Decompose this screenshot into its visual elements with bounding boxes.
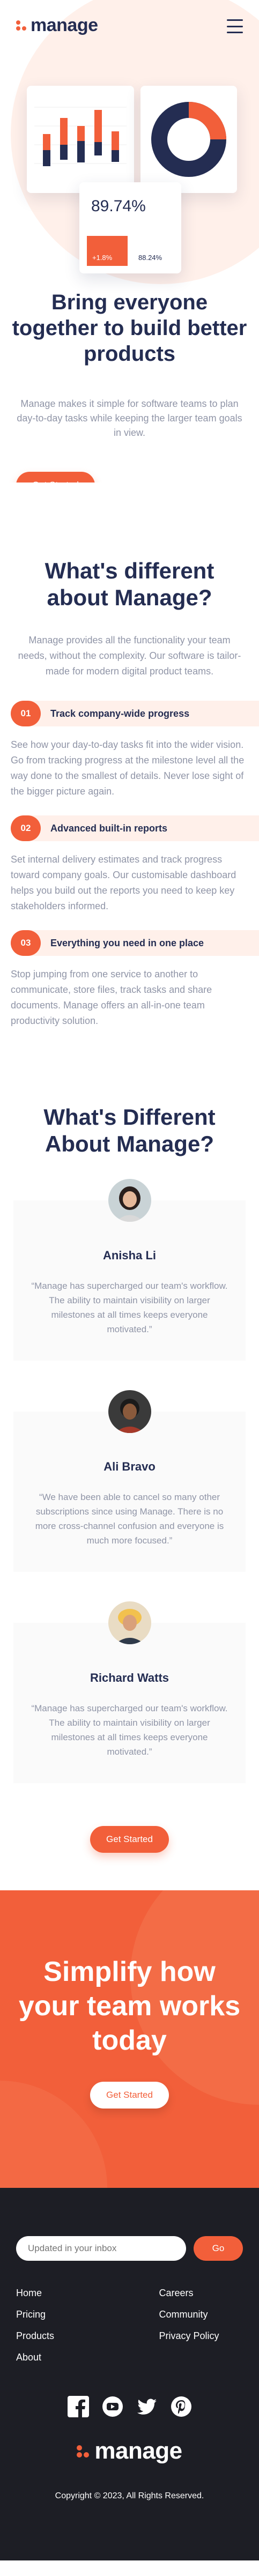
testimonials-section: What's Different About Manage? Anisha Li… [0,1045,259,1853]
donut-chart-icon [151,102,226,177]
testimonial-name: Ali Bravo [103,1460,156,1473]
copyright-text: Copyright © 2023, All Rights Reserved. [55,2491,204,2500]
feature-item: 01 Track company-wide progress See how y… [0,701,259,799]
feature-text: See how your day-to-day tasks fit into t… [11,739,245,797]
footer-link-pricing[interactable]: Pricing [16,2304,124,2325]
testimonial-name: Richard Watts [90,1671,169,1684]
footer-logo[interactable]: manage [16,2438,243,2464]
bar-chart-card [27,86,134,193]
feature-list: 01 Track company-wide progress See how y… [0,701,259,1029]
logo[interactable]: manage [16,15,98,36]
bar-chart-icon [34,107,127,166]
stat-growth-badge: +1.8% [87,236,128,266]
feature-item: 02 Advanced built-in reports Set interna… [0,815,259,914]
feature-number: 01 [11,701,41,726]
cta-section: Simplify how your team works today Get S… [0,1890,259,2188]
hero-title: Bring everyone together to build better … [12,291,247,366]
footer-links-col2: Careers Community Privacy Policy [135,2282,243,2368]
donut-chart-card [140,86,237,193]
footer-link-home[interactable]: Home [16,2282,124,2304]
stat-secondary-badge: 88.24% [138,254,162,262]
logo-text: manage [31,15,98,35]
cta-title: Simplify how your team works today [18,1956,241,2056]
feature-header: 03 Everything you need in one place [11,930,259,956]
feature-number: 03 [11,930,41,956]
avatar [108,1390,151,1433]
feature-item: 03 Everything you need in one place Stop… [0,930,259,1029]
avatar [108,1601,151,1644]
feature-header: 02 Advanced built-in reports [11,815,259,841]
footer-logo-text: manage [94,2438,182,2464]
feature-header: 01 Track company-wide progress [11,701,259,726]
facebook-icon[interactable] [66,2395,90,2418]
feature-title: Everything you need in one place [50,937,204,948]
footer-link-community[interactable]: Community [159,2304,243,2325]
testimonial-quote: “Manage has supercharged our team's work… [31,1281,228,1334]
testimonials-cta-wrap: Get Started [0,1826,259,1853]
social-links [16,2395,243,2418]
footer-link-careers[interactable]: Careers [159,2282,243,2304]
hamburger-icon[interactable] [227,19,243,33]
testimonial-card: Anisha Li “Manage has supercharged our t… [13,1179,246,1361]
hero-illustration: 89.74% +1.8% 88.24% [0,32,259,273]
footer-link-products[interactable]: Products [16,2325,124,2347]
footer-link-about[interactable]: About [16,2347,124,2368]
hero-description: Manage makes it simple for software team… [17,398,242,438]
testimonial-quote: “Manage has supercharged our team's work… [31,1703,228,1757]
features-description: Manage provides all the functionality yo… [18,635,241,677]
features-section: What's different about Manage? Manage pr… [0,482,259,1029]
testimonial-name: Anisha Li [102,1249,156,1262]
testimonial-card: Ali Bravo “We have been able to cancel s… [13,1390,246,1572]
twitter-icon[interactable] [135,2395,159,2418]
footer-link-privacy-policy[interactable]: Privacy Policy [159,2325,243,2347]
stats-value: 89.74% [91,197,146,215]
feature-number: 02 [11,815,41,841]
stats-card: 89.74% +1.8% 88.24% [79,182,181,273]
feature-title: Advanced built-in reports [50,822,168,834]
avatar [108,1179,151,1222]
testimonials-title: What's Different About Manage? [43,1104,216,1156]
logo-mark-icon [77,2445,90,2458]
cta-get-started-button[interactable]: Get Started [90,2082,169,2109]
newsletter-form: Go [16,2236,243,2261]
testimonial-quote: “We have been able to cancel so many oth… [35,1492,224,1546]
features-title: What's different about Manage? [45,558,214,610]
feature-text: Stop jumping from one service to another… [11,969,212,1026]
newsletter-input[interactable] [16,2236,186,2261]
testimonial-list: Anisha Li “Manage has supercharged our t… [0,1179,259,1783]
feature-text: Set internal delivery estimates and trac… [11,854,236,911]
site-header: manage [0,0,259,54]
pinterest-icon[interactable] [169,2395,193,2418]
footer-links-col1: Home Pricing Products About [16,2282,124,2368]
testimonials-get-started-button[interactable]: Get Started [90,1826,169,1853]
hero-get-started-button[interactable]: Get Started [16,472,95,482]
newsletter-go-button[interactable]: Go [194,2236,243,2261]
youtube-icon[interactable] [101,2395,124,2418]
feature-title: Track company-wide progress [50,708,190,719]
site-footer: Go Home Pricing Products About Careers C… [0,2188,259,2560]
hero-section: 89.74% +1.8% 88.24% Bring everyone toget… [0,0,259,482]
testimonial-card: Richard Watts “Manage has supercharged o… [13,1601,246,1783]
footer-links: Home Pricing Products About Careers Comm… [16,2282,243,2368]
logo-mark-icon [16,20,26,31]
